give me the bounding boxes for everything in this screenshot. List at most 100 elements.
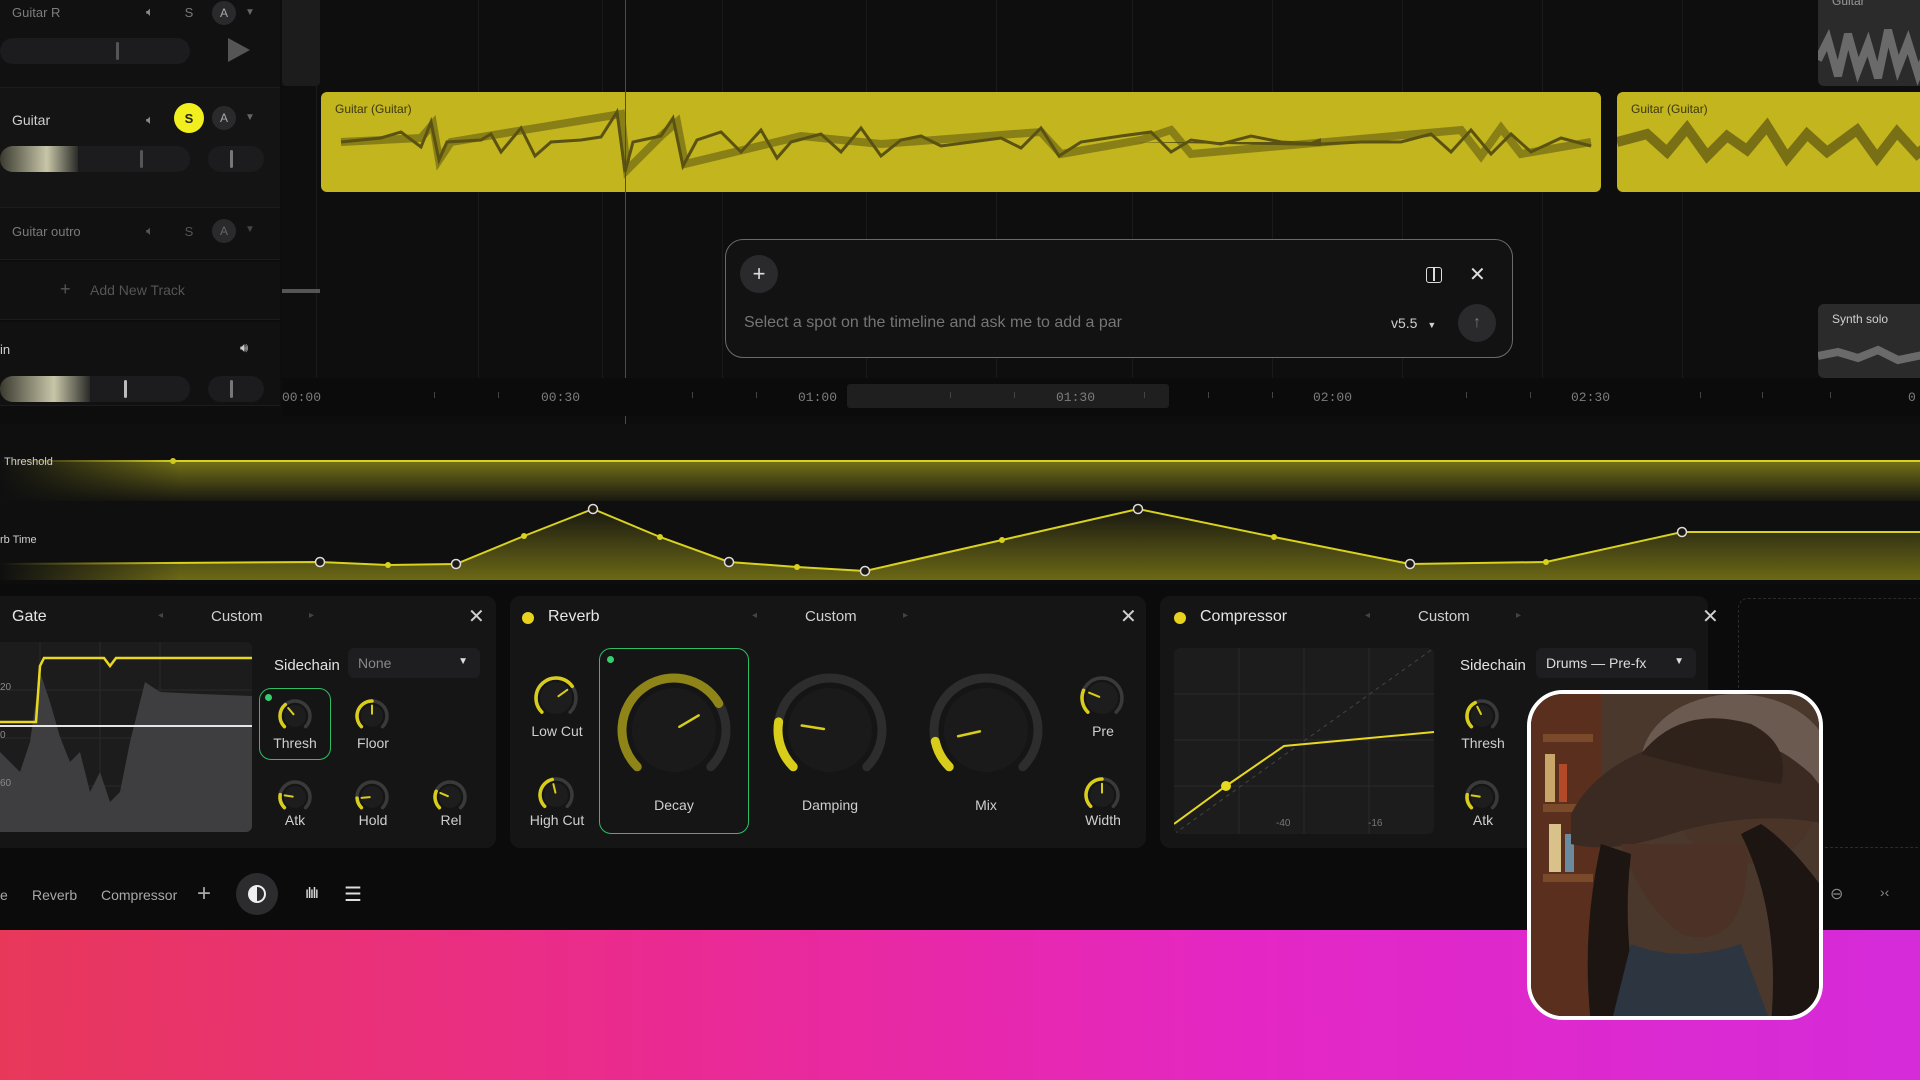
speaker-icon[interactable]: 🔊︎ xyxy=(240,340,248,356)
automation-area[interactable]: Threshold rb Time xyxy=(0,424,1920,580)
fader-handle[interactable] xyxy=(116,42,119,60)
audio-clip-muted[interactable]: Guitar xyxy=(1818,0,1920,86)
plugin-tab-compressor[interactable]: Compressor xyxy=(101,887,177,903)
solo-button[interactable]: S xyxy=(174,0,204,27)
zoom-out-icon[interactable]: ⊖ xyxy=(1830,884,1843,904)
chevron-right-icon[interactable]: ▸ xyxy=(903,610,908,621)
track-row-guitar[interactable]: Guitar 🔈︎ S A ▼ xyxy=(0,88,280,208)
plugin-tab-reverb[interactable]: Reverb xyxy=(32,887,77,903)
track-row-main[interactable]: in 🔊︎ xyxy=(0,322,280,406)
prompt-input[interactable] xyxy=(744,310,1264,336)
sidechain-select[interactable]: Drums — Pre-fx ▼ xyxy=(1536,648,1696,678)
close-icon[interactable]: ✕ xyxy=(1120,604,1137,629)
list-icon: ☰ xyxy=(344,883,362,906)
arm-button[interactable]: A xyxy=(212,1,236,25)
knob-label: Pre xyxy=(1092,723,1114,739)
chevron-down-icon: ▼ xyxy=(1427,320,1437,330)
audio-clip[interactable]: Guitar (Guitar) xyxy=(321,92,1601,192)
ruler-label: 01:30 xyxy=(1056,390,1096,405)
audio-clip[interactable]: Guitar (Guitar) xyxy=(1617,92,1920,192)
axis-label: 0 xyxy=(0,730,6,741)
pan-fader[interactable] xyxy=(208,376,264,402)
volume-fader[interactable] xyxy=(0,146,190,172)
pan-fader[interactable] xyxy=(208,146,264,172)
ruler-label: 02:00 xyxy=(1313,390,1353,405)
scroll-thumb[interactable] xyxy=(282,0,320,86)
sidechain-select[interactable]: None ▼ xyxy=(348,648,480,678)
speaker-icon[interactable]: 🔈︎ xyxy=(146,112,154,128)
chevron-down-icon[interactable]: ▼ xyxy=(245,7,255,18)
add-attachment-button[interactable]: + xyxy=(740,255,778,293)
chevron-left-icon[interactable]: ◂ xyxy=(752,610,757,621)
knob-label: Thresh xyxy=(1461,735,1505,751)
track-name: Guitar xyxy=(12,112,51,128)
clip-label: Synth solo xyxy=(1832,312,1889,326)
pan-handle[interactable] xyxy=(230,150,233,168)
knob-label: Hold xyxy=(358,812,388,828)
ruler-label: 01:00 xyxy=(798,390,838,405)
list-view-button[interactable]: ☰ xyxy=(332,873,374,915)
add-new-track-button[interactable]: + Add New Track xyxy=(0,262,280,320)
speaker-icon[interactable]: 🔈︎ xyxy=(146,223,154,239)
arm-button[interactable]: A xyxy=(212,219,236,243)
fader-handle[interactable] xyxy=(140,150,143,168)
chevron-right-icon[interactable]: ▸ xyxy=(1516,610,1521,621)
track-name: Guitar outro xyxy=(12,224,81,239)
ruler-label: 00:30 xyxy=(541,390,581,405)
preset-select[interactable]: Custom xyxy=(1418,608,1470,625)
enabled-indicator[interactable] xyxy=(522,612,534,624)
track-row-guitar-r[interactable]: Guitar R 🔈︎ S A ▼ xyxy=(0,0,280,88)
plugin-tab[interactable]: e xyxy=(0,887,8,903)
send-button[interactable]: ↑ xyxy=(1458,304,1496,342)
sidechain-label: Sidechain xyxy=(1460,657,1526,674)
plugin-title: Reverb xyxy=(548,608,600,625)
theme-toggle-button[interactable] xyxy=(236,873,278,915)
arm-button[interactable]: A xyxy=(212,106,236,130)
chevron-right-icon[interactable]: ▸ xyxy=(309,610,314,621)
chevron-down-icon[interactable]: ▼ xyxy=(245,224,255,235)
automation-curves[interactable] xyxy=(0,424,1920,580)
waveform-view-button[interactable]: ıIıIı xyxy=(290,873,332,915)
loop-region[interactable] xyxy=(847,384,1169,408)
close-icon[interactable]: ✕ xyxy=(1469,262,1486,287)
solo-button[interactable]: S xyxy=(174,103,204,133)
ai-prompt-box[interactable]: + ✕ v5.5 ▼ ↑ xyxy=(725,239,1513,358)
waveform-icon: ıIıIı xyxy=(304,885,319,902)
chevron-left-icon[interactable]: ◂ xyxy=(158,610,163,621)
pan-knob-icon[interactable] xyxy=(228,38,250,62)
time-ruler[interactable] xyxy=(282,378,1920,416)
gate-graph[interactable]: 20 0 60 xyxy=(0,642,252,832)
track-row-guitar-outro[interactable]: Guitar outro 🔈︎ S A ▼ xyxy=(0,208,280,260)
knob-label: Atk xyxy=(1472,812,1494,828)
collapse-icon[interactable]: ›‹ xyxy=(1880,884,1889,900)
compressor-graph[interactable]: -40 -16 xyxy=(1174,648,1434,834)
automation-lane-label: Threshold xyxy=(4,456,53,468)
split-view-icon[interactable] xyxy=(1426,267,1442,283)
daw-app: Guitar R 🔈︎ S A ▼ Guitar 🔈︎ S A ▼ Guitar… xyxy=(0,0,1920,1080)
solo-button[interactable]: S xyxy=(174,216,204,246)
knob-label: Floor xyxy=(357,735,389,751)
close-icon[interactable]: ✕ xyxy=(468,604,485,629)
plugin-title: Gate xyxy=(12,608,47,625)
volume-fader[interactable] xyxy=(0,376,190,402)
add-plugin-button[interactable]: + xyxy=(197,880,211,908)
chevron-left-icon[interactable]: ◂ xyxy=(1365,610,1370,621)
speaker-icon[interactable]: 🔈︎ xyxy=(146,4,154,20)
chevron-down-icon[interactable]: ▼ xyxy=(245,112,255,123)
knob-label: Atk xyxy=(284,812,306,828)
clip-label: Guitar xyxy=(1832,0,1865,8)
presenter-video xyxy=(1531,694,1819,1016)
audio-clip-synth[interactable]: Synth solo xyxy=(1818,304,1920,378)
volume-fader[interactable] xyxy=(0,38,190,64)
webcam-overlay xyxy=(1527,690,1823,1020)
track-name: in xyxy=(0,342,11,357)
scroll-marker[interactable] xyxy=(282,289,320,293)
close-icon[interactable]: ✕ xyxy=(1702,604,1719,629)
pan-handle[interactable] xyxy=(230,380,233,398)
preset-select[interactable]: Custom xyxy=(211,608,263,625)
enabled-indicator[interactable] xyxy=(1174,612,1186,624)
preset-select[interactable]: Custom xyxy=(805,608,857,625)
model-version-select[interactable]: v5.5 ▼ xyxy=(1391,315,1436,331)
fader-handle[interactable] xyxy=(124,380,127,398)
ruler-label: 00:00 xyxy=(282,390,322,405)
